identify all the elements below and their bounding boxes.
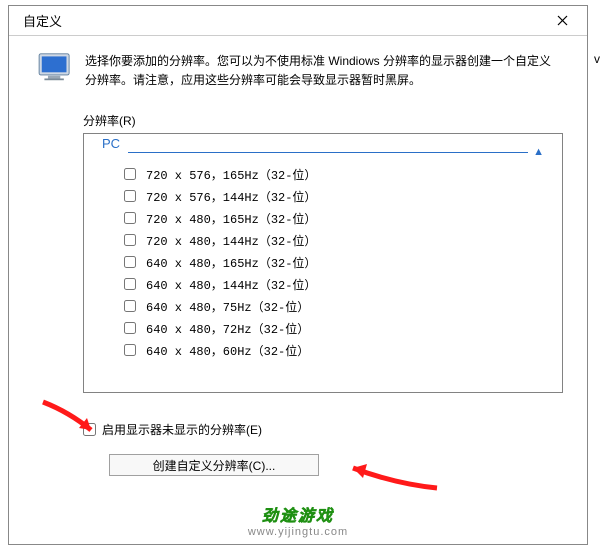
watermark-url: www.yijingtu.com: [248, 526, 348, 538]
list-item[interactable]: 720 x 576，144Hz（32-位）: [94, 185, 552, 207]
close-icon: [557, 15, 568, 26]
resolution-listbox[interactable]: PC ▲ 720 x 576，165Hz（32-位） 720 x 576，144H…: [83, 133, 563, 393]
resolution-item-label: 720 x 480，144Hz（32-位）: [146, 232, 316, 249]
list-item[interactable]: 720 x 480，144Hz（32-位）: [94, 229, 552, 251]
resolution-item-label: 640 x 480，144Hz（32-位）: [146, 276, 316, 293]
resolution-items: 720 x 576，165Hz（32-位） 720 x 576，144Hz（32-…: [94, 163, 552, 361]
list-item[interactable]: 720 x 576，165Hz（32-位）: [94, 163, 552, 185]
group-divider: [128, 152, 528, 153]
enable-hidden-label: 启用显示器未显示的分辨率(E): [102, 421, 262, 438]
resolution-checkbox[interactable]: [124, 256, 136, 268]
list-item[interactable]: 640 x 480，72Hz（32-位）: [94, 317, 552, 339]
resolution-checkbox[interactable]: [124, 168, 136, 180]
description-text: 选择你要添加的分辨率。您可以为不使用标准 Windiows 分辨率的显示器创建一…: [85, 52, 559, 90]
resolution-item-label: 640 x 480，165Hz（32-位）: [146, 254, 316, 271]
list-item[interactable]: 720 x 480，165Hz（32-位）: [94, 207, 552, 229]
custom-resolution-dialog: 自定义 选择你要添加的分辨率。您可以为不使用标准 Windiows 分辨率的显示…: [8, 5, 588, 545]
create-button-row: 创建自定义分辨率(C)...: [109, 454, 559, 476]
stray-char: v: [594, 52, 600, 66]
resolution-checkbox[interactable]: [124, 190, 136, 202]
resolution-checkbox[interactable]: [124, 344, 136, 356]
enable-hidden-row: 启用显示器未显示的分辨率(E): [83, 421, 559, 438]
list-item[interactable]: 640 x 480，75Hz（32-位）: [94, 295, 552, 317]
resolution-checkbox[interactable]: [124, 234, 136, 246]
list-item[interactable]: 640 x 480，165Hz（32-位）: [94, 251, 552, 273]
list-item[interactable]: 640 x 480，144Hz（32-位）: [94, 273, 552, 295]
resolution-item-label: 720 x 480，165Hz（32-位）: [146, 210, 316, 227]
resolution-item-label: 640 x 480，75Hz（32-位）: [146, 298, 309, 315]
enable-hidden-checkbox[interactable]: [83, 423, 96, 436]
resolution-section-label: 分辨率(R): [83, 112, 559, 129]
dialog-title: 自定义: [23, 11, 62, 30]
collapse-arrow-icon[interactable]: ▲: [533, 146, 544, 158]
resolution-item-label: 720 x 576，144Hz（32-位）: [146, 188, 316, 205]
header-row: 选择你要添加的分辨率。您可以为不使用标准 Windiows 分辨率的显示器创建一…: [37, 52, 559, 90]
resolution-checkbox[interactable]: [124, 212, 136, 224]
monitor-icon: [37, 52, 73, 82]
watermark: 劲途游戏 www.yijingtu.com: [9, 502, 587, 538]
create-custom-button[interactable]: 创建自定义分辨率(C)...: [109, 454, 319, 476]
resolution-checkbox[interactable]: [124, 300, 136, 312]
titlebar: 自定义: [9, 6, 587, 36]
watermark-brand: 劲途游戏: [9, 502, 587, 526]
dialog-content: 选择你要添加的分辨率。您可以为不使用标准 Windiows 分辨率的显示器创建一…: [9, 36, 587, 486]
group-label: PC: [98, 136, 124, 151]
resolution-item-label: 640 x 480，72Hz（32-位）: [146, 320, 309, 337]
list-item[interactable]: 640 x 480，60Hz（32-位）: [94, 339, 552, 361]
resolution-item-label: 640 x 480，60Hz（32-位）: [146, 342, 309, 359]
resolution-checkbox[interactable]: [124, 278, 136, 290]
close-button[interactable]: [547, 6, 577, 36]
resolution-checkbox[interactable]: [124, 322, 136, 334]
resolution-item-label: 720 x 576，165Hz（32-位）: [146, 166, 316, 183]
